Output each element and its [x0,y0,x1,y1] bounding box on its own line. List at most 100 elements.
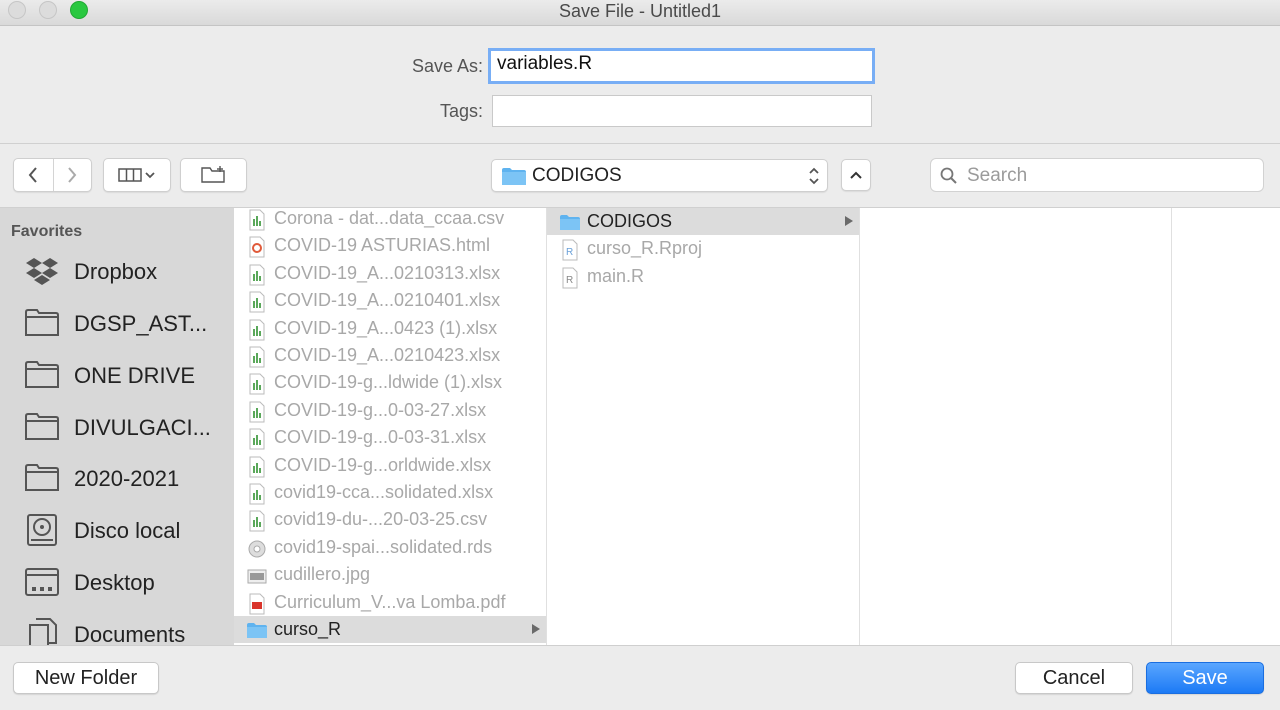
file-row[interactable]: COVID-19_A...0423 (1).xlsx [234,315,546,342]
file-row[interactable]: COVID-19-g...orldwide.xlsx [234,452,546,479]
back-button[interactable] [14,159,53,191]
documents-icon [24,618,60,645]
file-row[interactable]: cudillero.jpg [234,561,546,588]
collapse-button[interactable] [841,159,871,191]
file-name: cudillero.jpg [274,564,371,585]
save-as-input[interactable]: variables.R [488,48,875,84]
browser-column-1: Corona - dat...data_ccaa.csv COVID-19 AST… [234,208,547,645]
sidebar-item-dropbox[interactable]: Dropbox [0,251,234,291]
sidebar-item-label: Disco local [74,518,181,543]
sidebar-item-label: Documents [74,622,186,645]
svg-text:R: R [566,275,573,286]
chevron-right-icon [68,167,77,183]
file-name: COVID-19-g...ldwide (1).xlsx [274,372,503,393]
file-row[interactable]: COVID-19_A...0210401.xlsx [234,287,546,314]
sidebar-item-label: ONE DRIVE [74,363,196,388]
desktop-icon [24,566,60,598]
columns-view-icon [118,168,142,182]
sidebar-item-divulgacion[interactable]: DIVULGACI... [0,407,234,447]
file-row[interactable]: Corona - dat...data_ccaa.csv [234,208,546,232]
pdf-file-icon [246,593,265,615]
file-name: CODIGOS [587,211,673,231]
file-name: curso_R [274,619,342,639]
save-button[interactable]: Save [1146,662,1264,694]
sidebar-item-label: Dropbox [74,259,158,284]
file-name: COVID-19 ASTURIAS.html [274,235,491,256]
spreadsheet-file-icon [246,401,265,423]
browser-column-4 [1172,208,1280,645]
spreadsheet-file-icon [246,346,265,368]
folder-icon [24,307,60,339]
file-name: covid19-cca...solidated.xlsx [274,482,494,502]
folder-icon [559,212,580,232]
sidebar-item-documents[interactable]: Documents [0,614,234,645]
window-title: Save File - Untitled1 [558,1,722,21]
view-mode-button[interactable] [103,158,171,192]
sidebar-item-label: DGSP_AST... [74,311,208,336]
file-row[interactable]: COVID-19_A...0210423.xlsx [234,342,546,369]
sidebar-item-dgsp[interactable]: DGSP_AST... [0,303,234,343]
file-name: COVID-19-g...0-03-27.xlsx [274,399,487,420]
r-script-file-icon: R [559,267,578,289]
file-name: COVID-19_A...0210313.xlsx [274,262,501,283]
sidebar-item-disco-local[interactable]: Disco local [0,510,234,550]
location-popup[interactable]: CODIGOS [491,159,828,192]
rds-file-icon [246,538,266,558]
tags-label: Tags: [439,101,483,121]
folder-row[interactable]: curso_R [234,616,546,643]
file-row[interactable]: COVID-19-g...0-03-31.xlsx [234,424,546,451]
disclosure-arrow-icon [845,216,853,226]
file-name: main.R [587,265,645,286]
search-field[interactable]: Search [930,158,1264,192]
new-folder-toolbar-button[interactable] [180,158,247,192]
sidebar-item-label: DIVULGACI... [74,415,211,440]
file-name: COVID-19-g...orldwide.xlsx [274,454,492,475]
sidebar-item-one-drive[interactable]: ONE DRIVE [0,355,234,395]
search-placeholder: Search [967,165,1028,186]
image-file-icon [246,565,267,585]
folder-row[interactable]: CODIGOS [547,208,859,235]
spreadsheet-file-icon [246,209,265,231]
sidebar-item-label: Desktop [74,570,155,595]
file-row[interactable]: Curriculum_V...va Lomba.pdf [234,589,546,616]
file-row[interactable]: covid19-cca...solidated.xlsx [234,479,546,506]
spreadsheet-file-icon [246,373,265,395]
folder-icon [502,168,526,185]
html-file-icon [246,236,265,258]
spreadsheet-file-icon [246,456,265,478]
updown-chevron-icon [809,167,819,185]
spreadsheet-file-icon [246,428,265,450]
disclosure-arrow-icon [532,624,540,634]
forward-button[interactable] [52,159,92,191]
file-row[interactable]: Rcurso_R.Rproj [547,235,859,262]
file-row[interactable]: COVID-19-g...ldwide (1).xlsx [234,369,546,396]
folder-icon [24,359,60,391]
svg-text:R: R [566,247,573,258]
file-row[interactable]: COVID-19 ASTURIAS.html [234,232,546,259]
file-name: Curriculum_V...va Lomba.pdf [274,591,506,612]
file-name: COVID-19_A...0210423.xlsx [274,345,501,365]
cancel-button[interactable]: Cancel [1015,662,1133,694]
location-label: CODIGOS [532,165,622,186]
new-folder-icon [200,166,225,183]
file-row[interactable]: COVID-19-g...0-03-27.xlsx [234,397,546,424]
file-row[interactable]: COVID-19_A...0210313.xlsx [234,260,546,287]
file-row[interactable]: Rmain.R [547,263,859,290]
browser-column-2: CODIGOS Rcurso_R.Rproj Rmain.R [547,208,860,645]
favorites-heading: Favorites [11,223,83,240]
title-bar: Save File - Untitled1 [0,0,1280,26]
sidebar: Favorites Dropbox DGSP_AST... ONE DRIVE … [0,208,234,645]
file-row[interactable]: covid19-spai...solidated.rds [234,534,546,561]
divider [0,143,1280,144]
spreadsheet-file-icon [246,291,265,313]
sidebar-item-2020-2021[interactable]: 2020-2021 [0,458,234,498]
file-name: covid19-spai...solidated.rds [274,536,493,557]
new-folder-button[interactable]: New Folder [13,662,159,694]
folder-icon [246,620,267,640]
file-row[interactable]: covid19-du-...20-03-25.csv [234,506,546,533]
tags-input[interactable] [492,95,872,127]
spreadsheet-file-icon [246,264,265,286]
file-name: Corona - dat...data_ccaa.csv [274,208,505,228]
sidebar-item-label: 2020-2021 [74,466,180,491]
sidebar-item-desktop[interactable]: Desktop [0,562,234,602]
